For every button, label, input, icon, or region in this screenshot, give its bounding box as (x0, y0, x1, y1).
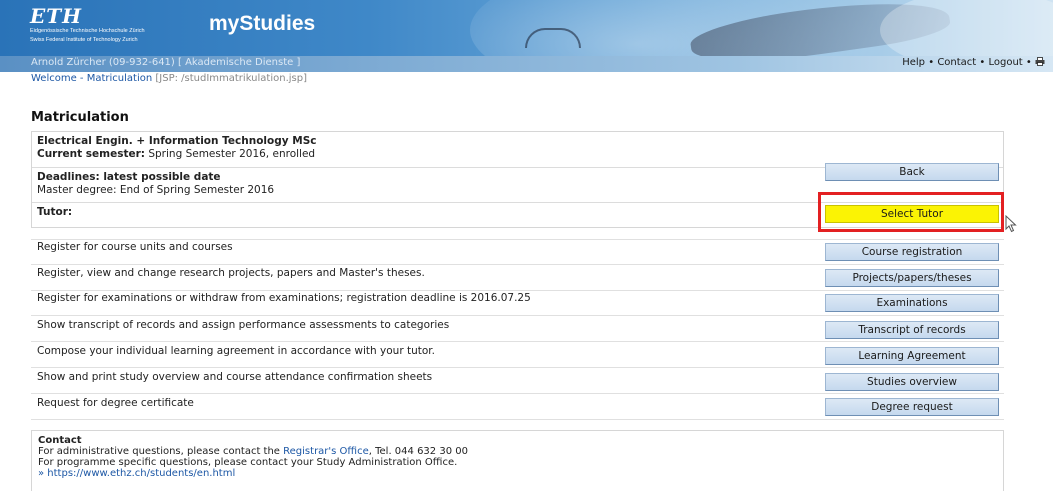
breadcrumb-jsp-path: [JSP: /studImmatrikulation.jsp] (152, 73, 307, 84)
projects-papers-theses-button[interactable]: Projects/papers/theses (825, 269, 999, 287)
contact-line-programme: For programme specific questions, please… (38, 457, 458, 468)
action-text-degree-request: Request for degree certificate (37, 397, 194, 409)
highlight-box (818, 192, 1004, 232)
breadcrumb-matriculation[interactable]: Matriculation (87, 73, 152, 84)
semester-label: Current semester: (37, 148, 146, 160)
row-divider (31, 419, 1004, 420)
action-text-course-registration: Register for course units and courses (37, 241, 233, 253)
action-text-studies-overview: Show and print study overview and course… (37, 371, 433, 383)
deadlines-label: Deadlines: latest possible date (37, 171, 221, 183)
contact-title: Contact (38, 435, 82, 446)
deadline-value: Master degree: End of Spring Semester 20… (37, 184, 275, 196)
examinations-button[interactable]: Examinations (825, 294, 999, 312)
action-text-projects: Register, view and change research proje… (37, 267, 425, 279)
registrars-office-link[interactable]: Registrar's Office (283, 446, 369, 457)
eth-logo-text: ETH (30, 4, 83, 28)
row-divider (31, 393, 1004, 394)
course-registration-button[interactable]: Course registration (825, 243, 999, 261)
row-divider (31, 290, 1004, 291)
action-text-examinations: Register for examinations or withdraw fr… (37, 292, 531, 304)
logout-link[interactable]: Logout (988, 57, 1022, 68)
semester-value: Spring Semester 2016, enrolled (145, 148, 316, 160)
tutor-label: Tutor: (37, 206, 73, 218)
program-name: Electrical Engin. + Information Technolo… (37, 135, 317, 147)
studies-overview-button[interactable]: Studies overview (825, 373, 999, 391)
row-divider (31, 239, 1004, 240)
mouse-cursor-icon (1005, 215, 1017, 233)
breadcrumb-welcome[interactable]: Welcome (31, 73, 77, 84)
row-divider (31, 367, 1004, 368)
header-banner: ETH Eidgenössische Technische Hochschule… (0, 0, 1053, 56)
contact-link[interactable]: Contact (937, 57, 976, 68)
banner-graphic-light (880, 0, 1053, 56)
breadcrumb: Welcome - Matriculation [JSP: /studImmat… (31, 73, 307, 84)
institution-name-en: Swiss Federal Institute of Technology Zu… (30, 37, 138, 43)
help-link[interactable]: Help (902, 57, 925, 68)
breadcrumb-separator: - (76, 73, 87, 84)
top-links: Help • Contact • Logout • (902, 57, 1045, 69)
degree-request-button[interactable]: Degree request (825, 398, 999, 416)
contact-admin-text: For administrative questions, please con… (38, 446, 284, 457)
action-text-learning-agreement: Compose your individual learning agreeme… (37, 345, 435, 357)
row-divider (31, 315, 1004, 316)
link-separator: • (976, 57, 989, 68)
contact-box: Contact For administrative questions, pl… (31, 430, 1004, 491)
banner-graphic-pen (525, 28, 581, 48)
link-separator: • (925, 57, 938, 68)
page-title: Matriculation (31, 110, 129, 125)
printer-icon[interactable] (1035, 57, 1045, 69)
back-button[interactable]: Back (825, 163, 999, 181)
eth-logo[interactable]: ETH Eidgenössische Technische Hochschule… (30, 6, 145, 44)
action-text-transcript: Show transcript of records and assign pe… (37, 319, 450, 331)
current-semester: Current semester: Spring Semester 2016, … (37, 148, 315, 160)
user-info-bar: Arnold Zürcher (09-932-641) [ Akademisch… (0, 56, 1053, 72)
contact-phone: , Tel. 044 632 30 00 (368, 446, 468, 457)
contact-line-admin: For administrative questions, please con… (38, 446, 468, 457)
link-separator: • (1022, 57, 1035, 68)
students-website-link[interactable]: » https://www.ethz.ch/students/en.html (38, 468, 468, 479)
learning-agreement-button[interactable]: Learning Agreement (825, 347, 999, 365)
row-divider (31, 341, 1004, 342)
contact-text: Contact For administrative questions, pl… (38, 435, 468, 479)
row-divider (31, 264, 1004, 265)
institution-name-de: Eidgenössische Technische Hochschule Zür… (30, 28, 145, 34)
app-title: myStudies (209, 12, 316, 35)
user-info: Arnold Zürcher (09-932-641) [ Akademisch… (31, 57, 301, 68)
transcript-of-records-button[interactable]: Transcript of records (825, 321, 999, 339)
